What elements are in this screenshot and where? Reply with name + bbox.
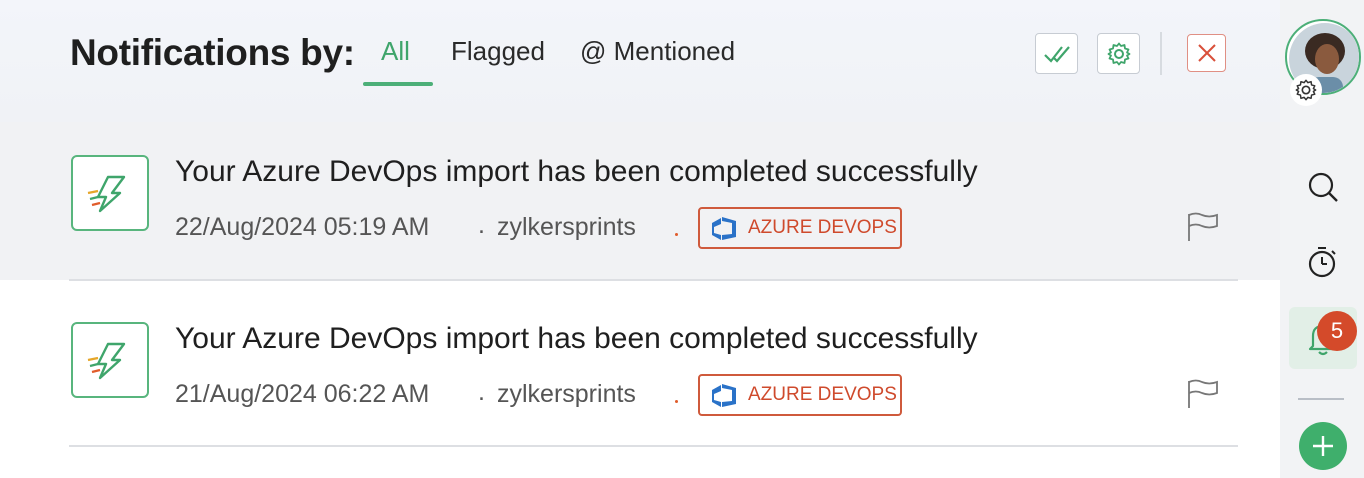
panel-title: Notifications by: (70, 32, 355, 73)
notification-settings-button[interactable] (1097, 33, 1140, 74)
separator-dot (675, 400, 678, 403)
source-badge-label: AZURE DEVOPS (748, 384, 897, 405)
notification-message: Your Azure DevOps import has been comple… (175, 322, 978, 355)
azure-devops-icon (712, 217, 736, 240)
meta-separator: . (478, 378, 485, 406)
notification-message: Your Azure DevOps import has been comple… (175, 155, 978, 188)
source-badge[interactable]: AZURE DEVOPS (698, 207, 902, 249)
sprints-logo-icon (87, 175, 126, 213)
tab-all[interactable]: All (381, 36, 410, 67)
search-button[interactable] (1289, 156, 1357, 218)
create-button[interactable] (1299, 422, 1347, 470)
flag-icon[interactable] (1186, 211, 1220, 243)
sprints-logo-icon (87, 342, 126, 380)
close-button[interactable] (1187, 34, 1226, 72)
flag-icon[interactable] (1186, 378, 1220, 410)
sprints-app-icon (71, 155, 149, 231)
profile-settings-button[interactable] (1290, 74, 1322, 106)
gear-icon (1107, 42, 1130, 65)
notification-date: 21/Aug/2024 06:22 AM (175, 380, 430, 408)
timer-icon (1308, 247, 1336, 278)
mark-all-read-button[interactable] (1035, 33, 1078, 74)
sidebar-divider (1298, 398, 1344, 400)
row-divider (69, 445, 1238, 447)
source-badge[interactable]: AZURE DEVOPS (698, 374, 902, 416)
search-icon (1308, 172, 1338, 202)
notification-count-badge: 5 (1317, 311, 1357, 351)
workspace-name: zylkersprints (497, 380, 636, 408)
meta-separator: . (478, 211, 485, 239)
header-divider (1160, 32, 1162, 75)
tab-mentioned[interactable]: @ Mentioned (580, 36, 735, 67)
tab-flagged[interactable]: Flagged (451, 36, 545, 67)
sprints-app-icon (71, 322, 149, 398)
gear-icon (1295, 79, 1317, 101)
plus-icon (1313, 436, 1333, 456)
notification-item[interactable]: Your Azure DevOps import has been comple… (0, 122, 1280, 280)
active-tab-indicator (363, 82, 433, 86)
double-check-icon (1043, 45, 1070, 63)
source-badge-label: AZURE DEVOPS (748, 217, 897, 238)
notification-item[interactable]: Your Azure DevOps import has been comple… (0, 281, 1280, 447)
timer-button[interactable] (1289, 231, 1357, 293)
notifications-header: Notifications by: All Flagged @ Mentione… (0, 0, 1280, 122)
notifications-panel: Notifications by: All Flagged @ Mentione… (0, 0, 1280, 478)
separator-dot (675, 233, 678, 236)
workspace-name: zylkersprints (497, 213, 636, 241)
close-icon (1197, 44, 1216, 62)
azure-devops-icon (712, 384, 736, 407)
notification-date: 22/Aug/2024 05:19 AM (175, 213, 430, 241)
